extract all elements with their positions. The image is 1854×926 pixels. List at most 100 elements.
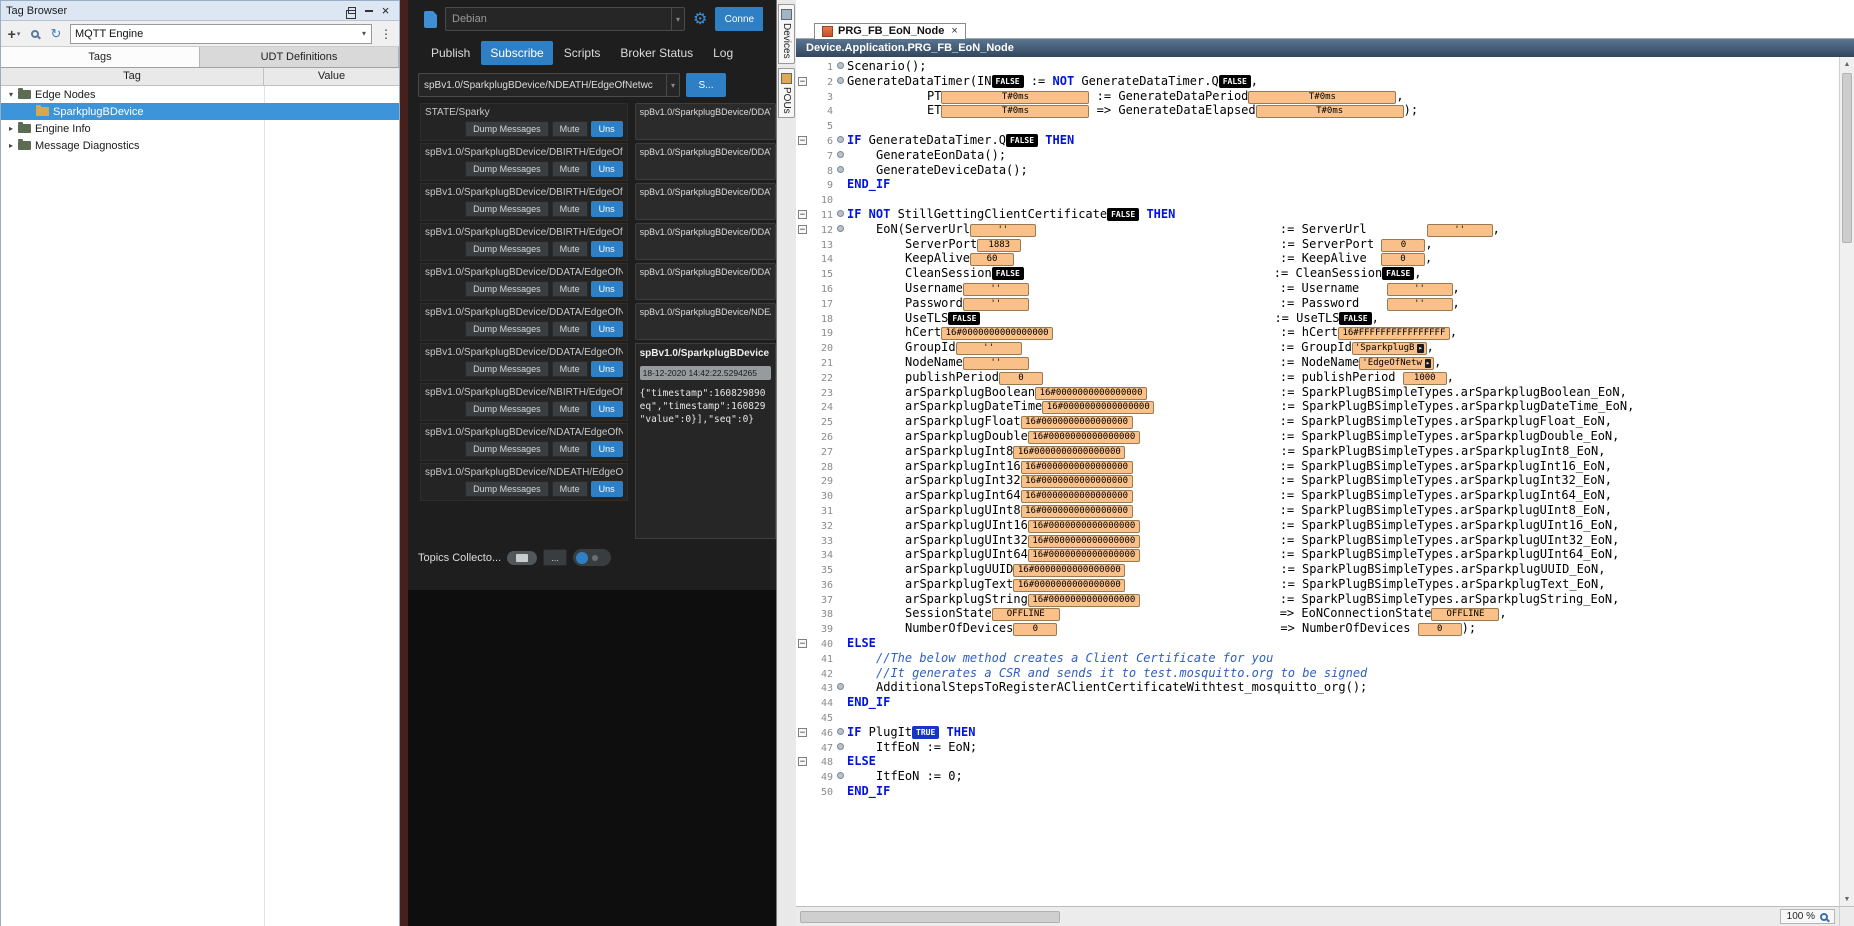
code-line[interactable]: 41//The below method creates a Client Ce… xyxy=(796,651,1839,666)
code-line[interactable]: 20GroupId'':= GroupId'SparkplugB▸, xyxy=(796,340,1839,355)
refresh-button[interactable]: ↻ xyxy=(47,24,65,44)
mute-button[interactable]: Mute xyxy=(552,201,588,217)
chevron-right-icon[interactable]: ▸ xyxy=(5,124,17,133)
monitor-value-box[interactable]: 16#0000000000000000 xyxy=(1042,401,1154,414)
code-line[interactable]: 32arSparkplugUInt1616#0000000000000000:=… xyxy=(796,518,1839,533)
expand-value-icon[interactable]: ▸ xyxy=(1417,344,1423,353)
monitor-value-box[interactable]: 16#0000000000000000 xyxy=(1013,579,1125,592)
code-line[interactable]: 30arSparkplugInt6416#0000000000000000:= … xyxy=(796,488,1839,503)
monitor-value-box[interactable]: '' xyxy=(963,357,1029,370)
unsubscribe-button[interactable]: Uns xyxy=(591,441,623,457)
monitor-value-box[interactable]: 60 xyxy=(970,253,1014,266)
code-line[interactable]: 7GenerateEonData(); xyxy=(796,148,1839,163)
monitor-value-box[interactable]: 16#FFFFFFFFFFFFFFFF xyxy=(1338,327,1450,340)
collector-view-button[interactable] xyxy=(507,551,537,565)
code-line[interactable]: 34arSparkplugUInt6416#0000000000000000:=… xyxy=(796,547,1839,562)
dump-messages-button[interactable]: Dump Messages xyxy=(465,281,549,297)
fold-toggle-icon[interactable]: − xyxy=(798,210,807,219)
code-line[interactable]: 13ServerPort1883:= ServerPort 0, xyxy=(796,237,1839,252)
unsubscribe-button[interactable]: Uns xyxy=(591,241,623,257)
code-line[interactable]: −12EoN(ServerUrl'':= ServerUrl'', xyxy=(796,222,1839,237)
code-line[interactable]: 16Username'':= Username '', xyxy=(796,281,1839,296)
code-line[interactable]: 21NodeName'':= NodeName'EdgeOfNetw▸, xyxy=(796,355,1839,370)
fold-toggle-icon[interactable]: − xyxy=(798,136,807,145)
collector-more-button[interactable]: ... xyxy=(543,549,567,566)
chevron-right-icon[interactable]: ▸ xyxy=(5,141,17,150)
code-line[interactable]: 18UseTLSFALSE:= UseTLSFALSE, xyxy=(796,311,1839,326)
monitor-value-box[interactable]: 0 xyxy=(999,372,1043,385)
monitor-value-box[interactable]: '' xyxy=(1387,298,1453,311)
column-divider[interactable] xyxy=(264,86,265,926)
mute-button[interactable]: Mute xyxy=(552,281,588,297)
monitor-value-box[interactable]: '' xyxy=(1427,224,1493,237)
tab-scripts[interactable]: Scripts xyxy=(555,41,610,65)
code-line[interactable]: 3PTT#0ms := GenerateDataPeriodT#0ms, xyxy=(796,89,1839,104)
monitor-value-box[interactable]: '' xyxy=(970,224,1036,237)
code-line[interactable]: 50END_IF xyxy=(796,784,1839,799)
monitor-value-box[interactable]: T#0ms xyxy=(941,105,1089,118)
tab-devices[interactable]: Devices xyxy=(778,4,795,64)
code-line[interactable]: 10 xyxy=(796,192,1839,207)
code-line[interactable]: 31arSparkplugUInt816#0000000000000000:= … xyxy=(796,503,1839,518)
monitor-value-box[interactable]: FALSE xyxy=(992,267,1024,280)
fold-toggle-icon[interactable]: − xyxy=(798,225,807,234)
chevron-down-icon[interactable]: ▾ xyxy=(357,29,371,38)
fold-toggle-icon[interactable]: − xyxy=(798,757,807,766)
code-line[interactable]: −40ELSE xyxy=(796,636,1839,651)
scroll-down-icon[interactable]: ▼ xyxy=(1840,892,1854,906)
code-line[interactable]: 5 xyxy=(796,118,1839,133)
tag-browser-titlebar[interactable]: Tag Browser × xyxy=(1,1,399,21)
code-line[interactable]: 43AdditionalStepsToRegisterAClientCertif… xyxy=(796,680,1839,695)
monitor-value-box[interactable]: '' xyxy=(1387,283,1453,296)
code-line[interactable]: 9END_IF xyxy=(796,177,1839,192)
minimize-button[interactable] xyxy=(360,3,377,18)
monitor-value-box[interactable]: T#0ms xyxy=(1248,91,1396,104)
collector-toggle[interactable] xyxy=(573,549,611,566)
message-item[interactable]: spBv1.0/SparkplugBDevice/DDAT xyxy=(635,143,776,180)
monitor-value-box[interactable]: 16#0000000000000000 xyxy=(1013,446,1125,459)
tree-item-sparkplugbdevice[interactable]: SparkplugBDevice xyxy=(1,103,399,120)
monitor-value-box[interactable]: 16#0000000000000000 xyxy=(1028,535,1140,548)
code-line[interactable]: 37arSparkplugString16#0000000000000000:=… xyxy=(796,592,1839,607)
code-line[interactable]: 4ETT#0ms => GenerateDataElapsedT#0ms); xyxy=(796,103,1839,118)
code-line[interactable]: 25arSparkplugFloat16#0000000000000000:= … xyxy=(796,414,1839,429)
monitor-value-box[interactable]: 'SparkplugB▸ xyxy=(1352,342,1427,355)
monitor-value-box[interactable]: 16#0000000000000000 xyxy=(941,327,1053,340)
monitor-value-box[interactable]: FALSE xyxy=(1339,312,1371,325)
monitor-value-box[interactable]: 16#0000000000000000 xyxy=(1013,564,1125,577)
mute-button[interactable]: Mute xyxy=(552,441,588,457)
code-lines[interactable]: 1Scenario();−2GenerateDataTimer(INFALSE … xyxy=(796,57,1839,906)
monitor-value-box[interactable]: OFFLINE xyxy=(992,608,1060,621)
expand-value-icon[interactable]: ▸ xyxy=(1425,359,1431,368)
search-button[interactable] xyxy=(26,24,44,44)
code-line[interactable]: −11IF NOT StillGettingClientCertificateF… xyxy=(796,207,1839,222)
monitor-value-box[interactable]: 0 xyxy=(1381,253,1425,266)
fold-toggle-icon[interactable]: − xyxy=(798,77,807,86)
monitor-value-box[interactable]: 16#0000000000000000 xyxy=(1021,461,1133,474)
tab-publish[interactable]: Publish xyxy=(422,41,479,65)
mute-button[interactable]: Mute xyxy=(552,161,588,177)
monitor-value-box[interactable]: OFFLINE xyxy=(1431,608,1499,621)
code-line[interactable]: 44END_IF xyxy=(796,695,1839,710)
code-line[interactable]: 47ItfEoN := EoN; xyxy=(796,740,1839,755)
dump-messages-button[interactable]: Dump Messages xyxy=(465,121,549,137)
add-tag-button[interactable]: +▾ xyxy=(5,24,23,44)
code-line[interactable]: 42//It generates a CSR and sends it to t… xyxy=(796,666,1839,681)
tree-item-edge-nodes[interactable]: ▾Edge Nodes xyxy=(1,86,399,103)
code-line[interactable]: 1Scenario(); xyxy=(796,59,1839,74)
code-line[interactable]: 8GenerateDeviceData(); xyxy=(796,163,1839,178)
topic-combobox[interactable]: spBv1.0/SparkplugBDevice/NDEATH/EdgeOfNe… xyxy=(418,73,680,97)
unsubscribe-button[interactable]: Uns xyxy=(591,321,623,337)
code-line[interactable]: 17Password'':= Password '', xyxy=(796,296,1839,311)
mute-button[interactable]: Mute xyxy=(552,241,588,257)
monitor-value-box[interactable]: FALSE xyxy=(1219,75,1251,88)
connection-profile-select[interactable]: Debian ▾ xyxy=(445,7,685,31)
mute-button[interactable]: Mute xyxy=(552,361,588,377)
monitor-value-box[interactable]: 16#0000000000000000 xyxy=(1021,416,1133,429)
monitor-value-box[interactable]: 16#0000000000000000 xyxy=(1028,549,1140,562)
code-line[interactable]: 45 xyxy=(796,710,1839,725)
monitor-value-box[interactable]: '' xyxy=(963,283,1029,296)
unsubscribe-button[interactable]: Uns xyxy=(591,121,623,137)
code-line[interactable]: −6IF GenerateDataTimer.QFALSE THEN xyxy=(796,133,1839,148)
code-line[interactable]: −2GenerateDataTimer(INFALSE := NOT Gener… xyxy=(796,74,1839,89)
